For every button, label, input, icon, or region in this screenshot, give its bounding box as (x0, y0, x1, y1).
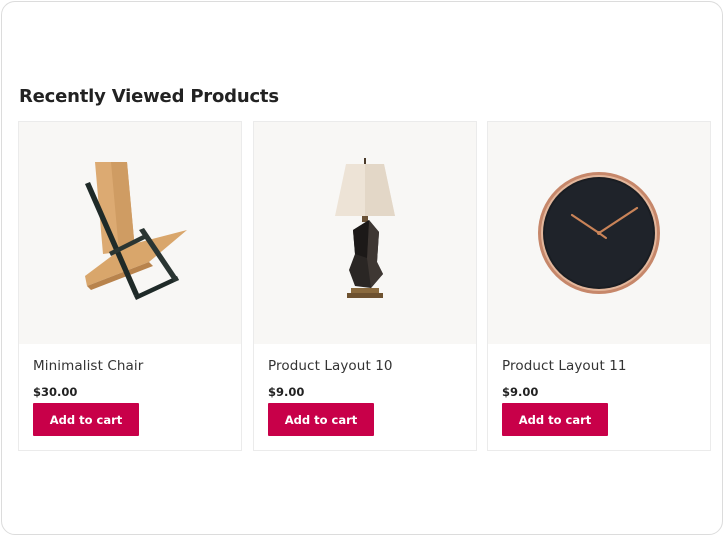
product-name[interactable]: Minimalist Chair (33, 358, 143, 374)
product-image[interactable] (19, 122, 241, 344)
product-card-minimalist-chair[interactable]: Minimalist Chair $30.00 Add to cart (18, 121, 242, 451)
section-title: Recently Viewed Products (19, 86, 279, 107)
wall-clock-image (538, 172, 660, 294)
product-image[interactable] (254, 122, 476, 344)
add-to-cart-button[interactable]: Add to cart (33, 403, 139, 436)
product-price: $9.00 (268, 385, 305, 399)
product-name[interactable]: Product Layout 11 (502, 358, 627, 374)
product-card-product-layout-11[interactable]: Product Layout 11 $9.00 Add to cart (487, 121, 711, 451)
chair-image (85, 162, 187, 300)
add-to-cart-button[interactable]: Add to cart (268, 403, 374, 436)
page-frame: Recently Viewed Products Minimalist Chai… (1, 1, 723, 535)
product-price: $30.00 (33, 385, 78, 399)
product-card-product-layout-10[interactable]: Product Layout 10 $9.00 Add to cart (253, 121, 477, 451)
product-price: $9.00 (502, 385, 539, 399)
add-to-cart-button[interactable]: Add to cart (502, 403, 608, 436)
table-lamp-image (335, 158, 395, 298)
product-name[interactable]: Product Layout 10 (268, 358, 393, 374)
product-image[interactable] (488, 122, 710, 344)
